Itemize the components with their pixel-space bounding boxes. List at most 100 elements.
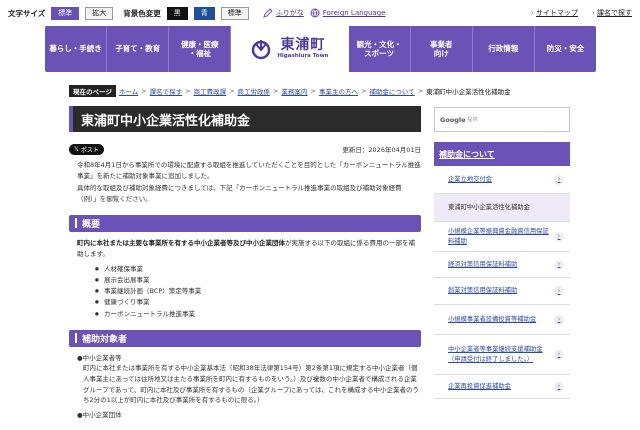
x-post-button[interactable]: 𝕏 ポスト bbox=[69, 143, 104, 155]
sidebar-item[interactable]: 中小企業者等事業継続支援補助金（申請受付は終了しました。） › bbox=[434, 335, 570, 375]
list-item: 人材確保事業 bbox=[95, 264, 421, 275]
logo-name: 東浦町 bbox=[280, 37, 326, 54]
chevron-right-icon: › bbox=[554, 231, 564, 242]
sidebar: 補助金について 企業立地交付金 › 東浦町中小企業活性化補助金 小規模企業等振興資… bbox=[434, 142, 570, 399]
google-logo: Google bbox=[440, 115, 466, 124]
arrow-right-icon: › bbox=[530, 9, 534, 17]
nav-administration-label: 行政情報 bbox=[488, 44, 519, 54]
chevron-right-icon: › bbox=[554, 381, 564, 392]
breadcrumb-separator: > bbox=[229, 87, 235, 95]
chevron-right-icon: › bbox=[554, 259, 564, 270]
global-nav: 暮らし・手続き 子育て・教育 健康・医療 ・福祉 東浦町 Higashiura … bbox=[45, 26, 596, 72]
site-search[interactable]: Google 提供 bbox=[434, 107, 570, 132]
breadcrumb: 現在のページ ホーム > 課名で探す > 商工費政課 > 商工労政係 > 業務案内 > 事… bbox=[69, 85, 609, 97]
sidebar-item-label: 東浦町中小企業活性化補助金 bbox=[448, 203, 530, 211]
intro-paragraph-1: 令和8年4月1日から事業所での環境に配慮する取組を推進していただくことを目的とし… bbox=[77, 161, 421, 180]
sidebar-item-label: 経済対策信用保証料補助 bbox=[448, 260, 518, 268]
list-item: 事業継続計画（BCP）策定等事業 bbox=[95, 286, 421, 297]
nav-administration[interactable]: 行政情報 bbox=[473, 26, 535, 72]
sidebar-item-label: 企業再投資促進補助金 bbox=[448, 382, 511, 390]
sidebar-item-label: 企業立地交付金 bbox=[448, 175, 493, 183]
page-title: 東浦町中小企業活性化補助金 bbox=[69, 106, 421, 132]
overview-heading: 概要 bbox=[69, 214, 421, 232]
sitemap-link[interactable]: › サイトマップ bbox=[531, 8, 578, 18]
intro-paragraph-2: 具体的な取組及び補助対象経費につきましては、下記「カーボンニュートラル推進事業の… bbox=[77, 184, 402, 204]
sidebar-item[interactable]: 企業立地交付金 › bbox=[434, 166, 570, 194]
nav-tourism-label: 観光・文化・ スポーツ bbox=[356, 39, 402, 58]
nav-health[interactable]: 健康・医療 ・福祉 bbox=[169, 26, 232, 72]
overview-paragraph: 町内に本社または主要な事業所を有する中小企業者等及び中小企業団体が実施する以下の… bbox=[69, 238, 421, 259]
nav-living[interactable]: 暮らし・手続き bbox=[45, 26, 108, 72]
nav-business-label: 事業者 向け bbox=[429, 39, 453, 58]
x-post-label: ポスト bbox=[80, 146, 99, 154]
breadcrumb-separator: > bbox=[360, 87, 367, 95]
list-item: 健康づくり事業 bbox=[95, 297, 421, 308]
nav-living-label: 暮らし・手続き bbox=[49, 44, 102, 54]
breadcrumb-link[interactable]: 商工労政係 bbox=[238, 86, 271, 96]
target-paragraph: 町内に本社または事業所を有する中小企業基本法（昭和38年法律第154号）第2条第… bbox=[83, 364, 420, 405]
x-icon: 𝕏 bbox=[74, 145, 79, 153]
sidebar-item-label: 中小企業者等事業継続支援補助金（申請受付は終了しました。） bbox=[448, 345, 543, 363]
target-line-1: ●中小企業者等 bbox=[77, 353, 122, 362]
utility-links: › サイトマップ › 課名で探す bbox=[531, 8, 632, 18]
target-line-3: ●中小企業団体 bbox=[77, 411, 122, 420]
furigana-link[interactable]: ふりがな bbox=[262, 8, 304, 18]
site-logo[interactable]: 東浦町 Higashiura Town bbox=[231, 26, 349, 72]
sidebar-item-current[interactable]: 東浦町中小企業活性化補助金 bbox=[434, 194, 570, 222]
arrow-right-icon: › bbox=[591, 9, 595, 17]
sidebar-item[interactable]: 企業再投資促進補助金 › bbox=[434, 375, 570, 399]
foreign-language-link[interactable]: Foreign Language bbox=[310, 8, 386, 18]
sidebar-item[interactable]: 経済対策信用保証料補助 › bbox=[434, 252, 570, 278]
breadcrumb-link[interactable]: 事業主の方へ bbox=[319, 86, 358, 96]
text-size-large-button[interactable]: 拡大 bbox=[85, 6, 114, 20]
sidebar-item[interactable]: 創業対策信用保証料補助 › bbox=[434, 278, 570, 305]
breadcrumb-link[interactable]: 補助金について bbox=[369, 86, 414, 96]
logo-name-en: Higashiura Town bbox=[277, 53, 329, 60]
updated-date: 更新日：2026年04月01日 bbox=[342, 146, 421, 154]
globe-icon bbox=[310, 8, 320, 18]
nav-tourism[interactable]: 観光・文化・ スポーツ bbox=[349, 26, 411, 72]
list-item: カーボンニュートラル推進事業 bbox=[95, 309, 421, 320]
breadcrumb-link[interactable]: 業務案内 bbox=[282, 86, 308, 96]
nav-childcare-label: 子育て・教育 bbox=[115, 44, 161, 54]
breadcrumb-home[interactable]: ホーム bbox=[119, 86, 138, 96]
breadcrumb-current-label: 現在のページ bbox=[69, 85, 116, 97]
text-size-label: 文字サイズ bbox=[8, 8, 46, 18]
sidebar-item-label: 小規模事業者設備投資等補助金 bbox=[448, 315, 537, 323]
nav-health-label: 健康・医療 ・福祉 bbox=[181, 39, 219, 58]
bg-black-button[interactable]: 黒 bbox=[166, 6, 188, 20]
breadcrumb-link[interactable]: 課名で探す bbox=[150, 86, 183, 96]
nav-business[interactable]: 事業者 向け bbox=[411, 26, 473, 72]
sitemap-label: サイトマップ bbox=[535, 9, 578, 17]
sidebar-item-label: 創業対策信用保証料補助 bbox=[448, 287, 518, 295]
sidebar-heading[interactable]: 補助金について bbox=[434, 142, 570, 166]
chevron-right-icon: › bbox=[554, 286, 564, 296]
breadcrumb-separator: > bbox=[310, 87, 316, 95]
program-list: 人材確保事業 展示会出展事業 事業継続計画（BCP）策定等事業 健康づくり事業 … bbox=[69, 264, 421, 319]
pencil-icon bbox=[262, 8, 273, 18]
bg-blue-button[interactable]: 青 bbox=[193, 6, 215, 20]
sidebar-item[interactable]: 小規模企業等振興資金融資信用保証料補助 › bbox=[434, 222, 570, 252]
breadcrumb-separator: > bbox=[273, 87, 279, 95]
furigana-label: ふりがな bbox=[275, 9, 304, 17]
chevron-right-icon: › bbox=[554, 349, 564, 360]
search-by-topic-link[interactable]: › 課名で探す bbox=[592, 8, 632, 18]
main-content: 東浦町中小企業活性化補助金 𝕏 ポスト 更新日：2026年04月01日 令和8年… bbox=[69, 106, 421, 421]
bg-standard-button[interactable]: 標準 bbox=[220, 6, 249, 20]
bg-color-label: 背景色変更 bbox=[123, 8, 161, 18]
nav-childcare[interactable]: 子育て・教育 bbox=[107, 26, 170, 72]
breadcrumb-link[interactable]: 商工費政課 bbox=[194, 86, 227, 96]
nav-safety[interactable]: 防災・安全 bbox=[535, 26, 596, 72]
sidebar-item-label: 小規模企業等振興資金融資信用保証料補助 bbox=[448, 227, 549, 245]
foreign-language-label: Foreign Language bbox=[322, 9, 386, 17]
breadcrumb-separator: > bbox=[417, 87, 424, 95]
text-size-standard-button[interactable]: 標準 bbox=[51, 6, 80, 20]
sidebar-item[interactable]: 小規模事業者設備投資等補助金 › bbox=[434, 305, 570, 335]
overview-emphasis: 町内に本社または主要な事業所を有する中小企業者等及び中小企業団体 bbox=[77, 238, 285, 247]
town-emblem-icon bbox=[252, 40, 271, 60]
search-input[interactable]: 提供 bbox=[468, 116, 478, 123]
target-heading: 補助対象者 bbox=[69, 329, 421, 347]
logo-text: 東浦町 Higashiura Town bbox=[277, 38, 328, 60]
chevron-right-icon: › bbox=[554, 314, 564, 325]
search-by-topic-label: 課名で探す bbox=[597, 9, 632, 17]
